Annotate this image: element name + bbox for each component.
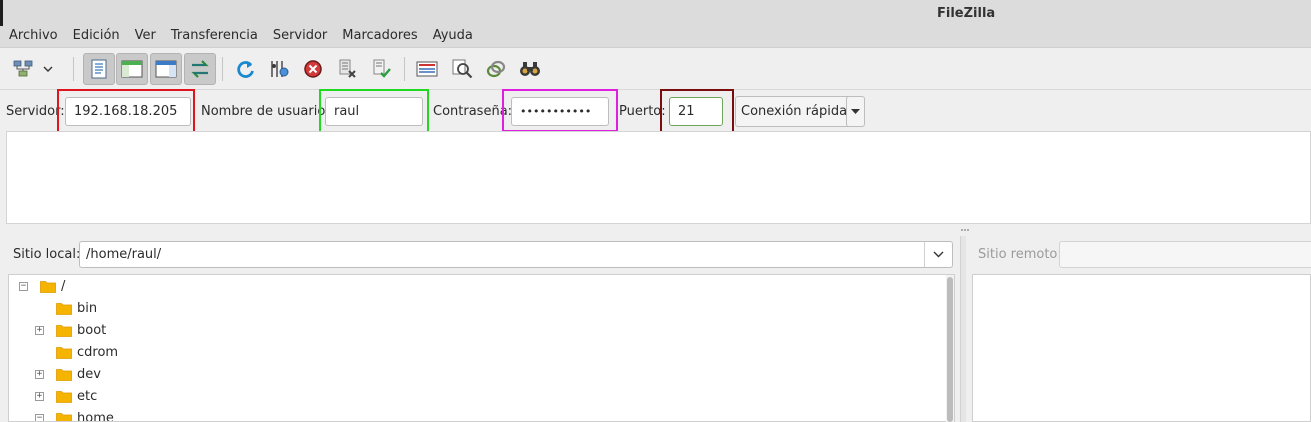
expand-icon[interactable]: + [35, 326, 44, 335]
tree-item[interactable]: cdrom [9, 342, 944, 364]
password-input[interactable]: ••••••••••• [511, 97, 609, 126]
window-edge [0, 0, 3, 26]
menu-ayuda[interactable]: Ayuda [424, 27, 479, 47]
local-tree-scrollbar[interactable] [946, 275, 954, 422]
directory-comparison-button[interactable] [446, 53, 478, 85]
quickconnect-history-dropdown[interactable] [846, 96, 865, 127]
reconnect-button[interactable] [365, 53, 397, 85]
menu-transferencia[interactable]: Transferencia [162, 27, 264, 47]
tree-item[interactable]: + etc [9, 386, 944, 408]
menu-marcadores[interactable]: Marcadores [333, 27, 423, 47]
tree-item-label: dev [77, 367, 101, 382]
pane-divider[interactable] [6, 226, 1311, 235]
menu-bar: Archivo Edición Ver Transferencia Servid… [0, 27, 479, 47]
message-log[interactable] [6, 131, 1311, 224]
toggle-message-log-button[interactable] [83, 53, 115, 85]
quickconnect-bar: Servidor: 192.168.18.205 Nombre de usuar… [0, 91, 1311, 131]
main-toolbar [0, 49, 1311, 90]
expand-icon[interactable]: + [35, 370, 44, 379]
sync-browsing-button[interactable] [480, 53, 512, 85]
transfer-queue-icon [191, 60, 209, 78]
scrollbar-thumb[interactable] [947, 277, 953, 422]
menu-archivo[interactable]: Archivo [0, 27, 64, 47]
remote-site-label: Sitio remoto: [978, 247, 1062, 262]
port-label: Puerto: [619, 104, 666, 119]
menu-ver[interactable]: Ver [126, 27, 162, 47]
password-label: Contraseña: [433, 104, 513, 119]
folder-icon [56, 325, 72, 337]
process-queue-button[interactable] [263, 53, 295, 85]
toolbar-separator [404, 57, 405, 81]
remote-tree-icon [155, 60, 177, 78]
tree-item[interactable]: bin [9, 298, 944, 320]
expand-icon[interactable]: + [35, 392, 44, 401]
host-input[interactable]: 192.168.18.205 [65, 97, 191, 126]
tree-item[interactable]: − home [9, 408, 944, 422]
process-queue-icon [271, 61, 289, 77]
filter-icon [416, 61, 438, 77]
cancel-button[interactable] [297, 53, 329, 85]
local-path-dropdown[interactable] [924, 242, 952, 267]
local-site-header: Sitio local: /home/raul/ [6, 236, 959, 272]
toggle-queue-button[interactable] [184, 53, 216, 85]
tree-item[interactable]: + dev [9, 364, 944, 386]
refresh-button[interactable] [229, 53, 261, 85]
folder-icon [56, 303, 72, 315]
remote-directory-tree[interactable] [972, 274, 1311, 422]
disconnect-icon [339, 59, 356, 78]
remote-path-combobox[interactable] [1059, 241, 1311, 268]
cancel-icon [304, 60, 322, 78]
folder-icon [56, 391, 72, 403]
tree-item-label: home [77, 411, 114, 422]
collapse-icon[interactable]: − [19, 282, 28, 291]
local-directory-tree[interactable]: − / bin + boot cdrom + dev + etc − home [8, 274, 955, 422]
search-binoculars-icon [520, 62, 540, 76]
local-path-value: /home/raul/ [86, 247, 162, 262]
port-input[interactable]: 21 [669, 97, 723, 126]
tree-item-label: cdrom [77, 345, 119, 360]
message-log-icon [91, 59, 107, 79]
local-site-label: Sitio local: [13, 247, 81, 262]
toggle-local-tree-button[interactable] [116, 53, 148, 85]
chevron-down-icon [43, 66, 53, 72]
quickconnect-button[interactable]: Conexión rápida [735, 96, 854, 127]
tree-item-label: bin [77, 301, 98, 316]
folder-icon [56, 347, 72, 359]
refresh-icon [237, 61, 254, 78]
tree-item-label: boot [77, 323, 107, 338]
folder-icon [40, 281, 56, 293]
local-path-combobox[interactable]: /home/raul/ [79, 241, 953, 268]
drag-handle-icon [961, 229, 969, 231]
toolbar-separator [73, 57, 74, 81]
site-manager-button[interactable] [7, 53, 39, 85]
chevron-down-icon [933, 251, 944, 258]
tree-item[interactable]: − / [9, 276, 944, 298]
menu-servidor[interactable]: Servidor [264, 27, 333, 47]
menu-edicion[interactable]: Edición [64, 27, 126, 47]
caret-down-icon [851, 109, 860, 114]
host-label: Servidor: [6, 104, 65, 119]
disconnect-button[interactable] [331, 53, 363, 85]
title-bar: FileZilla Archivo Edición Ver Transferen… [0, 0, 1311, 48]
directory-comparison-icon [452, 59, 473, 79]
window-title: FileZilla [937, 6, 996, 21]
folder-icon [56, 413, 72, 421]
toggle-remote-tree-button[interactable] [150, 53, 182, 85]
collapse-icon[interactable]: − [35, 414, 44, 421]
site-manager-icon [13, 60, 33, 77]
site-manager-dropdown[interactable] [38, 53, 58, 85]
reconnect-icon [373, 59, 391, 78]
sync-browsing-icon [486, 60, 506, 78]
folder-icon [56, 369, 72, 381]
username-input[interactable]: raul [325, 97, 423, 126]
toolbar-separator [222, 57, 223, 81]
tree-item[interactable]: + boot [9, 320, 944, 342]
remote-site-header: Sitio remoto: [966, 236, 1311, 272]
filter-button[interactable] [411, 53, 443, 85]
search-button[interactable] [514, 53, 546, 85]
tree-item-label: / [61, 279, 66, 294]
username-label: Nombre de usuario: [201, 104, 330, 119]
tree-item-label: etc [77, 389, 98, 404]
local-tree-icon [121, 60, 143, 78]
